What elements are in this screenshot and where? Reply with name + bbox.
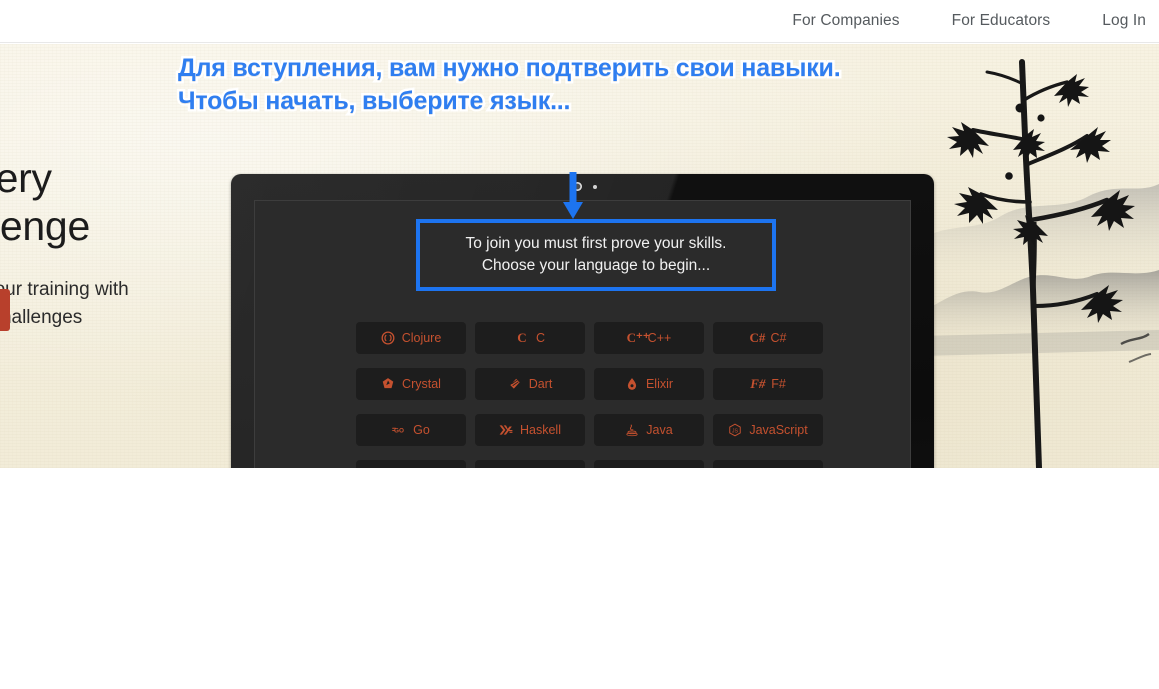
caption-line-2: Чтобы начать, выберите язык... bbox=[176, 85, 574, 118]
language-button-javascript[interactable]: JS JavaScript bbox=[713, 414, 823, 446]
hero-subtitle-line-2: real code challenges bbox=[0, 307, 83, 328]
cpp-icon: C⁺⁺ bbox=[626, 330, 650, 345]
language-label: Clojure bbox=[401, 331, 442, 345]
hero-title-line-1: Mastery bbox=[0, 155, 52, 201]
javascript-icon: JS bbox=[728, 423, 742, 437]
monitor-screen: To join you must first prove your skills… bbox=[254, 200, 911, 468]
language-selection-grid: Clojure C C C⁺⁺ C++ C# C# Crystal Dart E… bbox=[356, 322, 823, 468]
language-label: Dart bbox=[528, 377, 553, 391]
language-button-elixir[interactable]: Elixir bbox=[594, 368, 704, 400]
language-label: Elixir bbox=[645, 377, 674, 391]
hero-copy: Mastery Challenge Level up your training… bbox=[0, 154, 208, 332]
language-button-csharp[interactable]: C# C# bbox=[713, 322, 823, 354]
language-button-go[interactable]: GO Go bbox=[356, 414, 466, 446]
crystal-icon bbox=[381, 377, 395, 391]
language-button-dart[interactable]: Dart bbox=[475, 368, 585, 400]
haskell-icon bbox=[499, 423, 513, 437]
language-button-fsharp[interactable]: F# F# bbox=[713, 368, 823, 400]
language-button-ruby[interactable]: Ruby bbox=[594, 460, 704, 468]
language-button-rust[interactable]: Rust bbox=[713, 460, 823, 468]
instruction-line-1: To join you must first prove your skills… bbox=[465, 235, 727, 252]
language-label: Go bbox=[413, 423, 430, 437]
russian-instruction-caption: Для вступления, вам нужно подтверить сво… bbox=[176, 52, 1078, 118]
hero-signup-button[interactable]: Sign Up bbox=[0, 289, 10, 331]
clojure-icon bbox=[381, 331, 395, 345]
svg-text:JS: JS bbox=[732, 428, 739, 434]
dart-icon bbox=[508, 377, 522, 391]
hero-subtitle: Level up your training with real code ch… bbox=[0, 276, 208, 332]
webcam-indicator-led-icon bbox=[593, 185, 597, 189]
nav-link-log-in[interactable]: Log In bbox=[1102, 12, 1146, 30]
language-label: F# bbox=[771, 377, 786, 391]
language-label: Java bbox=[646, 423, 673, 437]
language-button-php[interactable]: php PHP bbox=[356, 460, 466, 468]
hero-title: Mastery Challenge bbox=[0, 154, 208, 250]
caption-line-1: Для вступления, вам нужно подтверить сво… bbox=[176, 52, 844, 85]
instruction-message-box: To join you must first prove your skills… bbox=[416, 219, 776, 291]
language-label: Crystal bbox=[402, 377, 441, 391]
nav-link-for-companies[interactable]: For Companies bbox=[792, 12, 899, 30]
language-label: Haskell bbox=[520, 423, 561, 437]
language-button-haskell[interactable]: Haskell bbox=[475, 414, 585, 446]
annotation-arrow-icon bbox=[560, 172, 586, 222]
language-button-java[interactable]: Java bbox=[594, 414, 704, 446]
nav-link-for-educators[interactable]: For Educators bbox=[952, 12, 1051, 30]
language-button-cpp[interactable]: C⁺⁺ C++ bbox=[594, 322, 704, 354]
language-label: C++ bbox=[647, 331, 672, 345]
go-icon: GO bbox=[392, 423, 406, 437]
hero-title-line-2: Challenge bbox=[0, 203, 90, 249]
csharp-icon: C# bbox=[749, 330, 766, 345]
elixir-icon bbox=[625, 377, 639, 391]
language-button-clojure[interactable]: Clojure bbox=[356, 322, 466, 354]
language-button-python[interactable]: Python bbox=[475, 460, 585, 468]
language-label: C bbox=[535, 331, 546, 345]
language-button-c[interactable]: C C bbox=[475, 322, 585, 354]
hero-subtitle-line-1: Level up your training with bbox=[0, 279, 129, 300]
language-button-crystal[interactable]: Crystal bbox=[356, 368, 466, 400]
c-icon: C bbox=[517, 330, 527, 345]
top-navigation-bar: For Companies For Educators Log In bbox=[0, 0, 1159, 43]
language-label: JavaScript bbox=[749, 423, 808, 437]
instruction-line-2: Choose your language to begin... bbox=[481, 257, 711, 274]
language-label: C# bbox=[770, 331, 787, 345]
java-icon bbox=[625, 423, 639, 437]
fsharp-icon: F# bbox=[750, 376, 766, 391]
